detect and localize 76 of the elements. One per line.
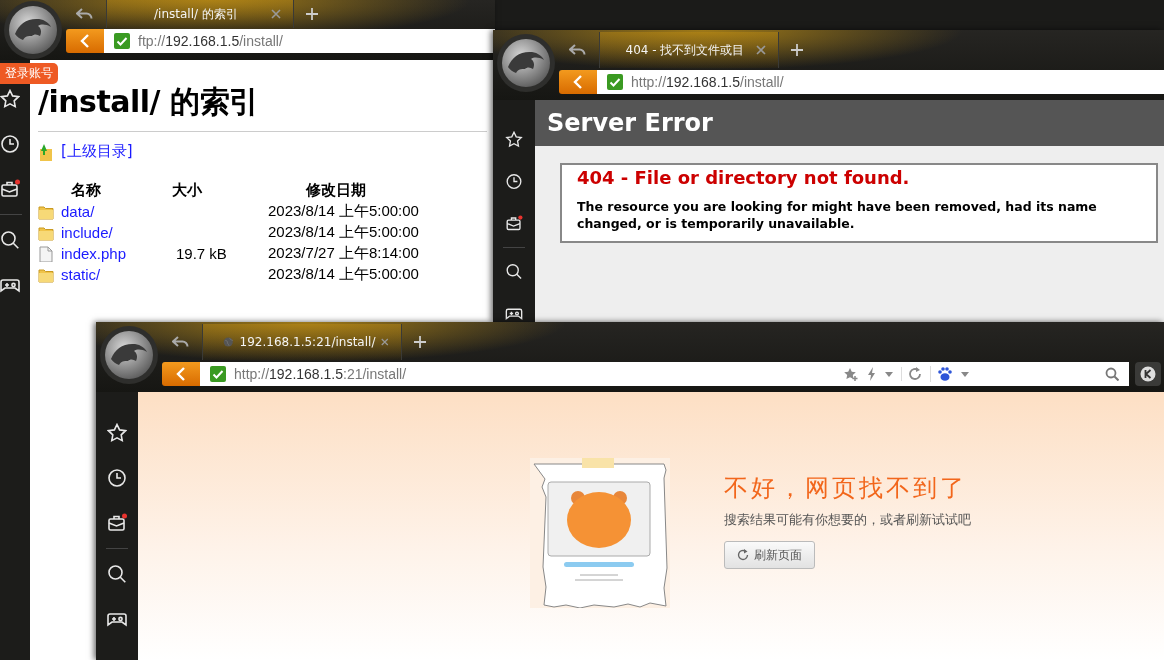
file-date: 2023/8/14 上午5:00:00	[268, 265, 420, 284]
k-icon	[1140, 366, 1156, 382]
search-icon[interactable]	[504, 262, 524, 280]
logo-icon[interactable]	[3, 0, 63, 60]
file-link[interactable]: include/	[61, 224, 166, 241]
star-icon[interactable]	[0, 89, 20, 109]
file-date: 2023/8/14 上午5:00:00	[268, 223, 420, 242]
caret-icon[interactable]	[961, 371, 969, 377]
undo-icon[interactable]	[569, 43, 587, 57]
address-field[interactable]: http://192.168.1.5:21/install/	[200, 362, 1129, 386]
page-heading: /install/ 的索引	[38, 83, 260, 121]
briefcase-icon[interactable]	[504, 215, 524, 233]
refresh-icon[interactable]	[901, 367, 922, 381]
new-tab-icon[interactable]	[414, 336, 426, 348]
file-date: 2023/7/27 上午8:14:00	[268, 244, 420, 263]
page-heading: Server Error	[547, 109, 713, 137]
secure-icon	[114, 33, 130, 49]
refresh-button[interactable]: 刷新页面	[724, 541, 815, 569]
star-icon[interactable]	[504, 131, 524, 149]
undo-icon[interactable]	[76, 7, 94, 21]
file-size: 19.7 kB	[175, 245, 228, 262]
briefcase-icon[interactable]	[107, 513, 127, 533]
clock-icon[interactable]	[0, 134, 20, 154]
clock-icon[interactable]	[107, 468, 127, 488]
star-icon[interactable]	[107, 423, 127, 443]
undo-icon[interactable]	[172, 335, 190, 349]
paw-icon[interactable]	[930, 366, 953, 382]
search-icon[interactable]	[0, 230, 20, 250]
error-title: 不好，网页找不到了	[724, 473, 967, 504]
column-header: 大小	[172, 181, 203, 200]
back-button[interactable]	[559, 70, 597, 94]
parent-directory-link[interactable]: [上级目录]	[61, 142, 133, 161]
address-field[interactable]: ftp://192.168.1.5/install/	[104, 29, 495, 53]
column-header: 名称	[70, 181, 102, 200]
caret-icon[interactable]	[885, 371, 893, 377]
file-link[interactable]: static/	[61, 266, 166, 283]
error-message: 搜索结果可能有你想要的，或者刷新试试吧	[724, 512, 971, 529]
folder-icon	[38, 203, 54, 220]
logo-icon[interactable]	[496, 33, 556, 93]
error-message: The resource you are looking for might have been removed, had its name changed, or is temporarily unavailable.	[577, 198, 1098, 232]
close-icon[interactable]	[271, 9, 281, 19]
logo-icon[interactable]	[99, 325, 159, 385]
tab-title: /install/ 的索引	[153, 5, 239, 23]
close-icon[interactable]	[381, 337, 389, 347]
lightning-icon[interactable]	[867, 367, 877, 381]
file-link[interactable]: index.php	[61, 245, 166, 262]
refresh-icon	[737, 549, 749, 561]
back-button[interactable]	[162, 362, 200, 386]
address-field[interactable]: http://192.168.1.5/install/	[597, 70, 1164, 94]
back-icon	[176, 367, 186, 381]
browser-tab[interactable]: 404 - 找不到文件或目	[599, 32, 779, 68]
column-header: 修改日期	[304, 181, 367, 200]
folder-icon	[38, 224, 54, 241]
browser-tab[interactable]: 192.168.1.5:21/install/	[202, 324, 402, 360]
secure-icon	[210, 366, 226, 382]
browser-tab[interactable]: /install/ 的索引	[106, 0, 294, 28]
star-plus-icon[interactable]	[843, 367, 859, 381]
file-link[interactable]: data/	[61, 203, 166, 220]
briefcase-icon[interactable]	[0, 179, 20, 199]
file-icon	[38, 245, 54, 262]
back-button[interactable]	[66, 29, 104, 53]
folder-icon	[38, 266, 54, 283]
back-icon	[573, 75, 583, 89]
file-date: 2023/8/14 上午5:00:00	[268, 202, 420, 221]
parent-folder-icon	[38, 142, 54, 161]
error-title: 404 - File or directory not found.	[577, 167, 911, 188]
close-icon[interactable]	[756, 45, 766, 55]
tab-title: 404 - 找不到文件或目	[624, 41, 746, 59]
clock-icon[interactable]	[504, 173, 524, 191]
new-tab-icon[interactable]	[791, 44, 803, 56]
back-icon	[80, 34, 90, 48]
new-tab-icon[interactable]	[306, 8, 318, 20]
search-icon[interactable]	[107, 564, 127, 584]
extension-button[interactable]	[1135, 362, 1161, 386]
tab-title: 192.168.1.5:21/install/	[239, 335, 376, 349]
secure-icon	[607, 74, 623, 90]
